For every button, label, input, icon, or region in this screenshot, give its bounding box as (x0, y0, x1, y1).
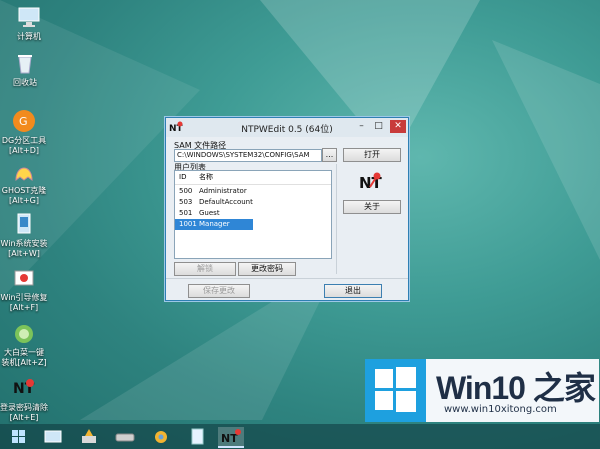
desktop-icon-one-key-install[interactable]: 大白菜一键 装机[Alt+Z] (0, 320, 53, 368)
user-id: 503 (179, 198, 193, 206)
cabbage-icon (11, 320, 37, 346)
close-button[interactable]: ✕ (390, 120, 406, 133)
save-changes-button[interactable]: 保存更改 (188, 284, 250, 298)
computer-icon (16, 4, 42, 30)
sam-path-input[interactable]: C:\WINDOWS\SYSTEM32\CONFIG\SAM (174, 149, 322, 162)
user-id: 1001 (179, 220, 197, 228)
start-button[interactable] (5, 427, 31, 446)
desktop-icon-label: 计算机 (17, 32, 41, 41)
user-row[interactable]: 501 Guest (175, 208, 331, 219)
user-name: Manager (199, 220, 230, 228)
ntpwedit-window: NT NTPWEdit 0.5 (64位) – □ ✕ SAM 文件路径 C:\… (165, 117, 409, 301)
recycle-bin-icon (12, 50, 38, 76)
taskbar-settings-icon[interactable] (148, 427, 174, 446)
win10-brand-banner: Win10 之家 www.win10xitong.com (365, 359, 600, 429)
user-row-selected[interactable]: 1001 Manager (175, 219, 253, 230)
user-name: DefaultAccount (199, 198, 253, 206)
browse-button[interactable]: ... (322, 148, 337, 162)
ntpwedit-icon: NT (11, 375, 37, 401)
minimize-button[interactable]: – (354, 120, 369, 133)
desktop-icon-label: 回收站 (13, 78, 37, 87)
horizontal-divider (166, 278, 408, 279)
desktop-icon-shortcut: [Alt+E] (9, 413, 39, 422)
maximize-button[interactable]: □ (371, 120, 386, 133)
ntpwedit-logo: NT (359, 170, 385, 194)
user-name: Guest (199, 209, 220, 217)
unlock-button[interactable]: 解锁 (174, 262, 236, 276)
windows-logo-icon (365, 359, 426, 422)
desktop-icon-recycle-bin[interactable]: 回收站 (0, 50, 54, 88)
taskbar-explorer-icon[interactable] (40, 427, 66, 446)
desktop-icon-label: DG分区工具 (1, 136, 47, 145)
brand-url: www.win10xitong.com (444, 404, 557, 415)
desktop-icon-ghost[interactable]: GHOST克隆 [Alt+G] (0, 158, 53, 206)
svg-text:NT: NT (221, 432, 238, 445)
desktop-icon-win-install[interactable]: Win系统安装 [Alt+W] (0, 211, 53, 259)
desktop-icon-computer[interactable]: 计算机 (0, 4, 58, 42)
user-id: 500 (179, 187, 193, 195)
user-id: 501 (179, 209, 193, 217)
desktop-icon-shortcut: 装机[Alt+Z] (1, 358, 47, 367)
desktop-icon-label: GHOST克隆 (1, 186, 47, 195)
title-bar[interactable]: NT NTPWEdit 0.5 (64位) – □ ✕ (166, 118, 408, 137)
boot-repair-icon (11, 265, 37, 291)
desktop-icon-shortcut: [Alt+D] (9, 146, 39, 155)
brand-title: Win10 之家 (436, 370, 596, 406)
taskbar-document-icon[interactable] (184, 427, 210, 446)
open-button[interactable]: 打开 (343, 148, 401, 162)
taskbar-tools-icon[interactable] (76, 427, 102, 446)
user-row[interactable]: 500 Administrator (175, 186, 331, 197)
svg-text:G: G (19, 115, 28, 128)
user-row[interactable]: 503 DefaultAccount (175, 197, 331, 208)
install-icon (11, 211, 37, 237)
user-list[interactable]: ID 名称 500 Administrator 503 DefaultAccou… (174, 170, 332, 259)
wallpaper-facet (492, 40, 600, 260)
taskbar-ntpwedit-icon[interactable]: NT (218, 427, 244, 448)
desktop-icon-label: Win引导修复 (0, 293, 48, 302)
vertical-divider (336, 164, 337, 274)
taskbar-drive-icon[interactable] (112, 427, 138, 446)
column-name-header[interactable]: 名称 (199, 171, 213, 184)
change-password-button[interactable]: 更改密码 (238, 262, 296, 276)
exit-button[interactable]: 退出 (324, 284, 382, 298)
partition-tool-icon: G (11, 108, 37, 134)
desktop-icon-boot-repair[interactable]: Win引导修复 [Alt+F] (0, 265, 53, 313)
taskbar: NT (0, 424, 600, 449)
user-list-header: ID 名称 (175, 171, 331, 185)
user-name: Administrator (199, 187, 247, 195)
desktop-icon-dg-partition[interactable]: G DG分区工具 [Alt+D] (0, 108, 53, 156)
desktop-icon-label: Win系统安装 (0, 239, 48, 248)
column-id-header[interactable]: ID (179, 171, 186, 184)
desktop-icon-shortcut: [Alt+G] (9, 196, 39, 205)
about-button[interactable]: 关于 (343, 200, 401, 214)
desktop-icon-shortcut: [Alt+F] (9, 303, 39, 312)
desktop-icon-password-clear[interactable]: NT 登录密码清除 [Alt+E] (0, 375, 53, 423)
desktop-icon-label: 大白菜一键 (4, 348, 44, 357)
desktop-icon-label: 登录密码清除 (0, 403, 48, 412)
desktop-icon-shortcut: [Alt+W] (8, 249, 40, 258)
ghost-icon (11, 158, 37, 184)
